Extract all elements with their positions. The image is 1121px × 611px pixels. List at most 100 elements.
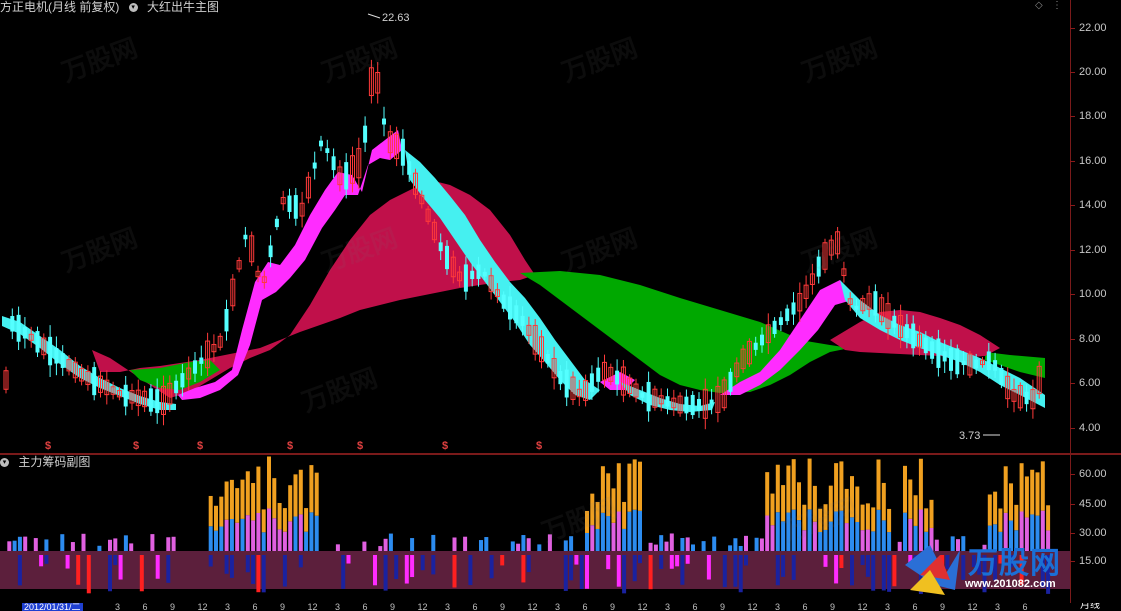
chip-bar-upper [781,485,786,522]
flow-bar [579,555,584,589]
chip-bar-upper [219,496,224,527]
options-dots-icon[interactable]: ⋮ [1052,0,1062,11]
chip-bar-upper [595,502,600,529]
candle-body [640,392,645,398]
flow-bar [420,555,425,571]
candle-body [930,341,935,359]
chip-bar-lower [855,521,860,551]
chip-bar-lower [282,531,287,551]
date-tick: 9 [940,603,946,611]
chip-bar-upper [251,483,256,521]
chip-bar-lower [611,522,616,551]
flow-bar [65,555,70,569]
main-title-bar: 方正电机(月线 前复权) ▾ 大红出牛主图 [0,0,225,14]
flow-bar [675,555,680,567]
candle-body [911,323,916,349]
flow-bar [17,555,22,586]
sub-tick: 15.00 [1070,555,1107,567]
chip-bar-upper [1009,483,1013,521]
chip-bar-lower [362,541,367,551]
collapse-icon[interactable]: ▾ [0,458,9,468]
candle-body [709,399,714,404]
chip-bar-lower [765,515,770,551]
chip-bar-upper [272,478,277,519]
flow-bar [871,555,876,591]
chip-bar-lower [622,528,627,551]
flow-bar [638,555,642,564]
candle-body [892,315,897,328]
chip-bar-lower [834,511,839,551]
chip-bar-lower [664,541,669,551]
main-chart-panel[interactable]: 方正电机(月线 前复权) ▾ 大红出牛主图 ◇ ⋮ 22.63 3.73 $ $… [0,0,1070,453]
chip-bar-upper [918,458,923,510]
chip-bar-upper [611,488,616,523]
flow-bar [632,555,637,582]
candle-body [243,234,248,240]
candle-body [274,218,279,228]
price-axis: 22.00 20.00 18.00 16.00 14.00 12.00 10.0… [1069,0,1121,453]
chip-bar-lower [659,535,664,551]
chip-bar-lower [33,538,38,551]
chip-bar-lower [770,525,775,551]
flow-bar [452,555,457,588]
chip-bar-upper [770,493,775,526]
date-tick: 9 [170,603,176,611]
flow-bar [44,555,49,564]
chip-bar-lower [150,534,155,551]
chip-bar-upper [1040,461,1045,511]
chip-bar-upper [1030,469,1035,515]
candle-body [501,294,506,309]
candle-body [760,334,764,346]
date-tick: 9 [390,603,396,611]
candle-body [482,271,487,277]
chip-bar-lower [81,533,86,551]
candle-body [778,317,783,326]
candle-body [293,195,298,219]
chip-bar-upper [261,509,266,533]
flow-bar [224,555,229,574]
chip-bar-upper [818,508,823,532]
flow-bar [850,555,854,586]
main-indicator-name[interactable]: 大红出牛主图 [147,0,219,14]
candle-body [514,305,519,324]
main-chart-canvas[interactable] [0,0,1070,453]
chip-bar-upper [208,495,213,527]
collapse-icon[interactable]: ▾ [128,3,138,13]
chip-bar-lower [261,532,266,551]
price-tick: 6.00 [1069,377,1101,389]
chip-bar-upper [293,474,298,517]
stock-name[interactable]: 方正电机(月线 前复权) [0,0,119,14]
chip-bar-upper [304,508,309,532]
chip-bar-lower [452,537,457,551]
period-label[interactable]: 月线 [1080,603,1100,611]
chip-bar-lower [712,536,717,551]
selected-date[interactable]: 2012/01/31/二 [22,603,83,611]
candle-body [123,384,128,407]
flow-bar [526,555,531,573]
flow-bar [659,555,664,569]
candle-body [665,396,670,407]
chip-bar-upper [887,508,892,533]
chip-bar-lower [240,518,245,551]
candle-body [438,242,443,252]
high-marker-line [367,13,381,19]
sub-tick: 60.00 [1070,468,1107,480]
settings-diamond-icon[interactable]: ◇ [1035,0,1043,11]
flow-bar [118,555,123,580]
flow-bar [881,555,886,591]
flow-bar [346,555,351,564]
sub-indicator-name[interactable]: 主力筹码副图 [18,455,90,469]
chip-bar-lower [818,531,823,551]
candle-body [728,371,733,392]
chip-bar-upper [622,501,627,529]
candle-body [904,324,909,339]
date-tick: 6 [142,603,148,611]
price-tick: 8.00 [1069,333,1101,345]
chip-bar-upper [627,463,632,512]
price-tick: 16.00 [1070,155,1107,167]
price-tick: 20.00 [1070,66,1107,78]
date-axis-bar[interactable]: 2012/01/31/二 3 6 9 12 3 6 9 12 3 6 9 12 3 6 9 12 3 6 9 12 3 6… [0,603,1121,611]
candle-body [986,351,991,371]
flow-bar [341,555,346,589]
flow-bar [394,555,399,580]
